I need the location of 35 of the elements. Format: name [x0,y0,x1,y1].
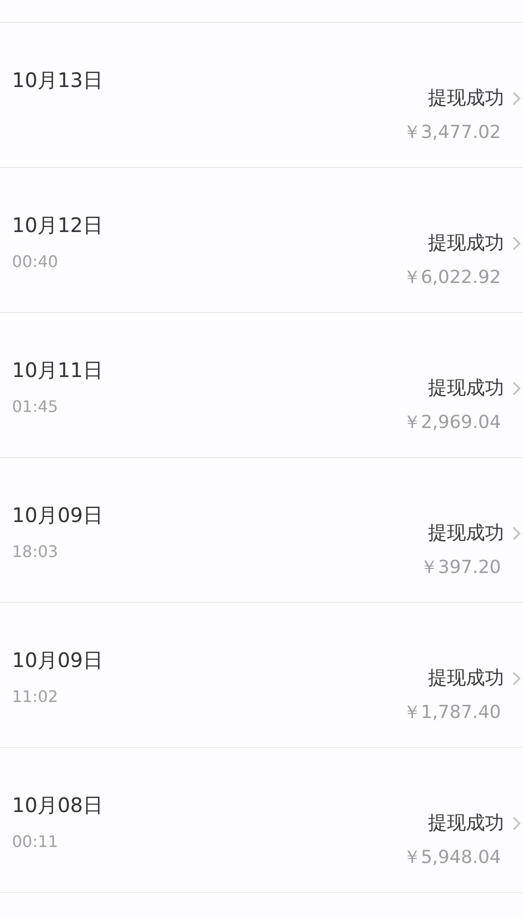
record-date: 10月08日 [12,792,103,819]
record-row[interactable]: 10月08日 00:11 提现成功 ￥5,948.04 [0,748,523,893]
record-status: 提现成功 [428,521,504,546]
record-date: 10月09日 [12,647,103,674]
record-status: 提现成功 [428,376,504,401]
record-time: 18:03 [12,542,60,561]
record-amount: ￥397.20 [420,556,501,579]
record-amount: ￥5,948.04 [402,846,501,869]
chevron-right-icon [512,670,521,686]
record-amount: ￥6,022.92 [402,266,501,289]
record-status: 提现成功 [428,231,504,256]
record-date: 10月09日 [12,502,103,529]
record-date: 10月13日 [12,67,103,94]
chevron-right-icon [512,526,521,540]
record-date: 10月12日 [12,212,103,239]
chevron-right-icon [512,816,521,830]
record-row[interactable]: 10月09日 11:02 提现成功 ￥1,787.40 [0,603,523,748]
record-date: 10月11日 [12,357,103,384]
record-row[interactable]: 10月13日 提现成功 ￥3,477.02 [0,23,523,168]
record-amount: ￥2,969.04 [402,411,501,434]
chevron-right-icon [512,236,521,250]
record-amount: ￥3,477.02 [402,121,501,144]
record-row[interactable]: 10月12日 00:40 提现成功 ￥6,022.92 [0,168,523,313]
record-status: 提现成功 [428,666,504,691]
record-time: 11:02 [12,687,60,706]
record-status: 提现成功 [428,811,504,836]
record-time: 00:40 [12,252,60,271]
chevron-right-icon [512,380,521,396]
chevron-right-icon [512,90,521,106]
record-time: 01:45 [12,397,60,416]
record-row[interactable]: 10月09日 18:03 提现成功 ￥397.20 [0,458,523,603]
record-time: 00:11 [12,832,60,851]
record-status: 提现成功 [428,86,504,111]
record-amount: ￥1,787.40 [402,701,501,724]
record-row[interactable]: 10月11日 01:45 提现成功 ￥2,969.04 [0,313,523,458]
